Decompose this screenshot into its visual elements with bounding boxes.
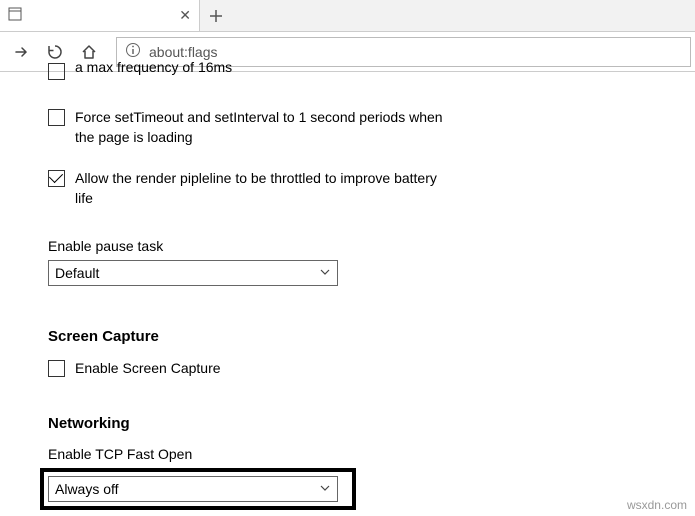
- forward-button[interactable]: [4, 35, 38, 69]
- pause-task-value: Default: [55, 265, 99, 281]
- pause-task-select[interactable]: Default: [48, 260, 338, 286]
- tab-bar: ✕: [0, 0, 695, 32]
- option-script-timers-label: Disable high frequency script timers, fo…: [75, 62, 445, 77]
- networking-heading: Networking: [48, 415, 675, 432]
- checkbox-screen-capture[interactable]: [48, 360, 65, 377]
- tcp-fast-open-value: Always off: [55, 481, 119, 497]
- new-tab-button[interactable]: [200, 9, 232, 23]
- tab-page-icon: [8, 7, 22, 24]
- url-input[interactable]: [149, 44, 682, 60]
- close-icon[interactable]: ✕: [179, 7, 191, 24]
- checkbox-render-throttle[interactable]: [48, 170, 65, 187]
- screen-capture-heading: Screen Capture: [48, 328, 675, 345]
- option-settimeout-label: Force setTimeout and setInterval to 1 se…: [75, 108, 445, 147]
- browser-tab[interactable]: ✕: [0, 0, 200, 31]
- checkbox-settimeout[interactable]: [48, 109, 65, 126]
- option-render-throttle-label: Allow the render pipleline to be throttl…: [75, 169, 445, 208]
- checkbox-script-timers[interactable]: [48, 63, 65, 80]
- option-screen-capture-label: Enable Screen Capture: [75, 359, 445, 379]
- pause-task-label: Enable pause task: [48, 238, 675, 254]
- chevron-down-icon: [319, 265, 331, 281]
- chevron-down-icon: [319, 481, 331, 497]
- page-content: Disable high frequency script timers, fo…: [0, 62, 695, 510]
- tcp-fast-open-select[interactable]: Always off: [48, 476, 338, 502]
- tcp-select-highlight: Always off: [40, 468, 356, 510]
- tcp-fast-open-label: Enable TCP Fast Open: [48, 446, 675, 462]
- watermark: wsxdn.com: [627, 498, 687, 512]
- info-icon[interactable]: [125, 42, 141, 61]
